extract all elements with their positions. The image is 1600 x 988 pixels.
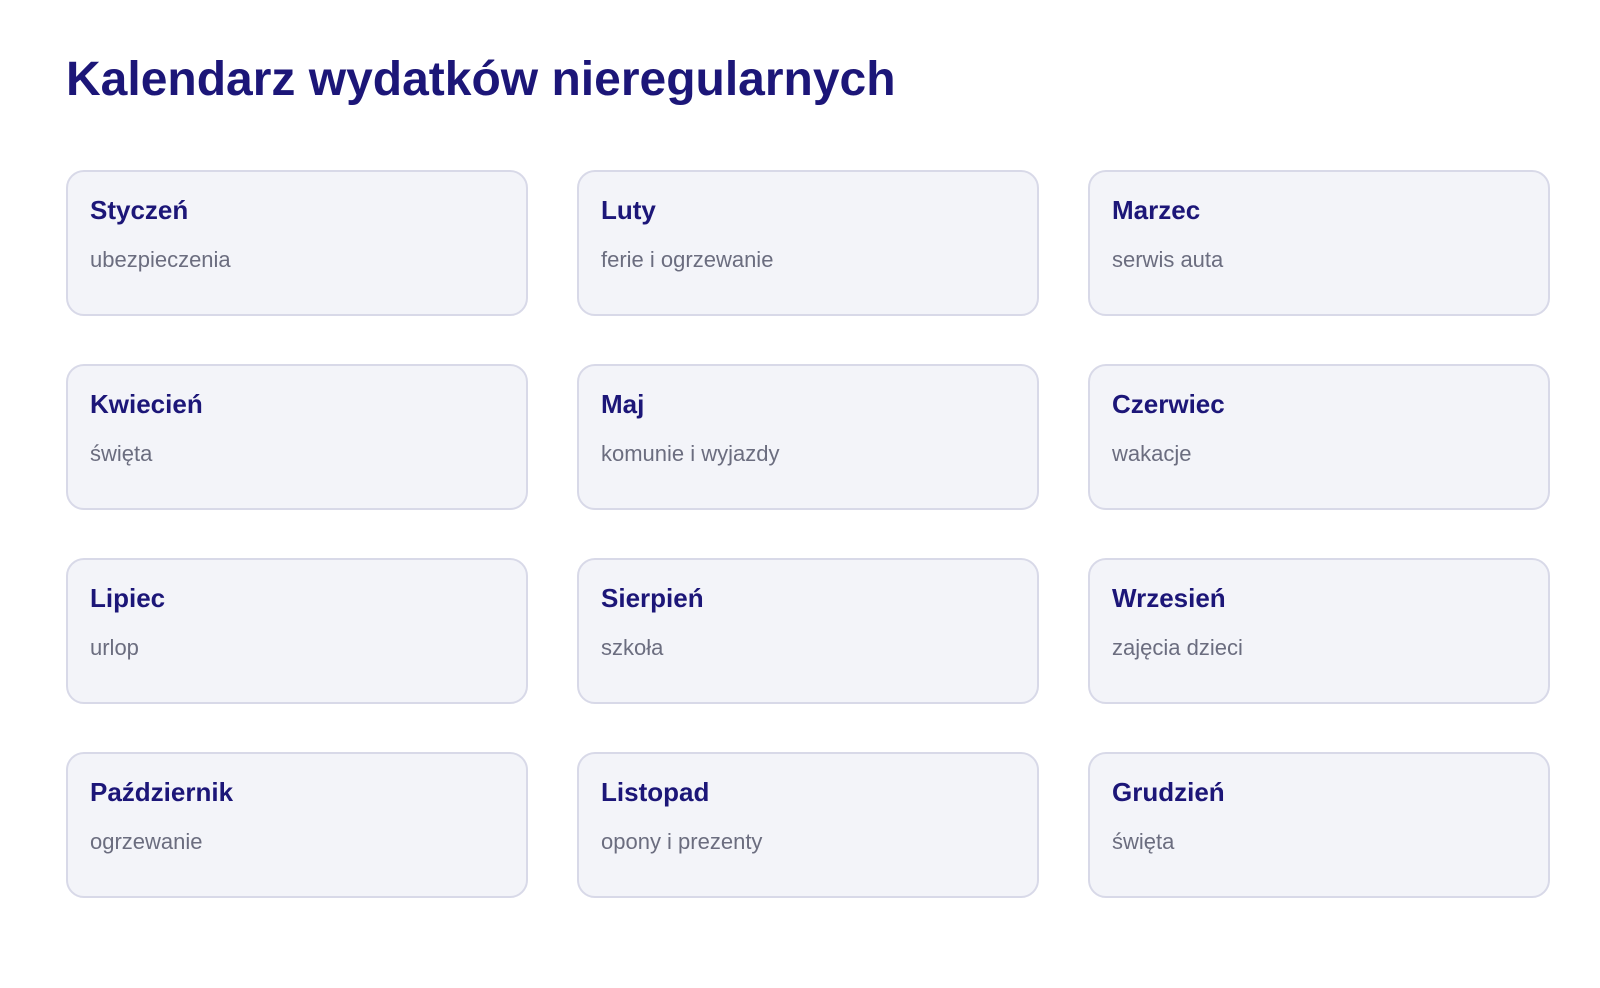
month-expense: ferie i ogrzewanie: [601, 247, 774, 272]
month-name: Listopad: [601, 777, 710, 807]
month-expense: ubezpieczenia: [90, 247, 231, 272]
month-name: Wrzesień: [1112, 583, 1226, 613]
month-card-february: Luty ferie i ogrzewanie: [577, 170, 1039, 316]
month-card-october: Październik ogrzewanie: [66, 752, 528, 898]
month-expense: komunie i wyjazdy: [601, 441, 780, 466]
page: Kalendarz wydatków nieregularnych Stycze…: [0, 0, 1600, 988]
month-name: Październik: [90, 777, 234, 807]
month-expense: ogrzewanie: [90, 829, 203, 854]
month-expense: szkoła: [601, 635, 664, 660]
month-card-september: Wrzesień zajęcia dzieci: [1088, 558, 1550, 704]
month-expense: zajęcia dzieci: [1112, 635, 1243, 660]
month-name: Sierpień: [601, 583, 704, 613]
month-expense: święta: [1112, 829, 1175, 854]
month-name: Lipiec: [90, 583, 166, 613]
month-name: Czerwiec: [1112, 389, 1225, 419]
month-card-june: Czerwiec wakacje: [1088, 364, 1550, 510]
month-card-march: Marzec serwis auta: [1088, 170, 1550, 316]
month-card-august: Sierpień szkoła: [577, 558, 1039, 704]
month-name: Maj: [601, 389, 645, 419]
month-name: Luty: [601, 195, 656, 225]
month-card-january: Styczeń ubezpieczenia: [66, 170, 528, 316]
month-expense: wakacje: [1112, 441, 1192, 466]
month-name: Grudzień: [1112, 777, 1225, 807]
month-name: Kwiecień: [90, 389, 203, 419]
month-name: Marzec: [1112, 195, 1201, 225]
month-name: Styczeń: [90, 195, 189, 225]
month-card-december: Grudzień święta: [1088, 752, 1550, 898]
month-expense: święta: [90, 441, 153, 466]
month-card-november: Listopad opony i prezenty: [577, 752, 1039, 898]
month-expense: serwis auta: [1112, 247, 1224, 272]
month-expense: urlop: [90, 635, 139, 660]
month-expense: opony i prezenty: [601, 829, 763, 854]
month-card-may: Maj komunie i wyjazdy: [577, 364, 1039, 510]
month-card-april: Kwiecień święta: [66, 364, 528, 510]
months-grid: Styczeń ubezpieczenia Luty ferie i ogrze…: [66, 170, 1550, 898]
month-card-july: Lipiec urlop: [66, 558, 528, 704]
page-title: Kalendarz wydatków nieregularnych: [66, 53, 896, 106]
